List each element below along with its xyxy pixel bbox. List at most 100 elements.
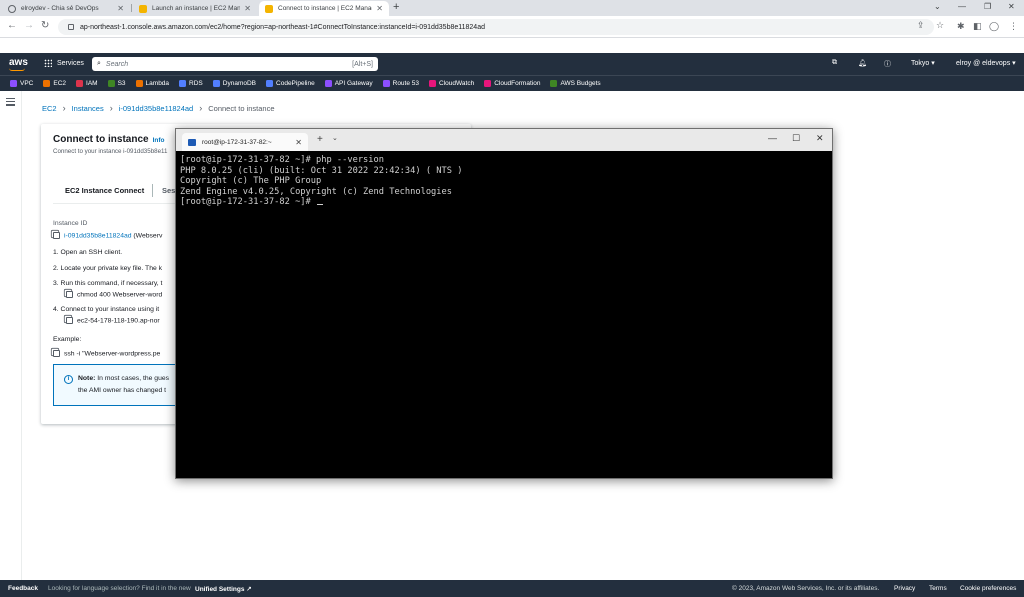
chevron-right-icon: › <box>199 103 203 113</box>
favorite-cloudwatch[interactable]: CloudWatch <box>429 80 474 87</box>
favorite-cloudformation[interactable]: CloudFormation <box>484 80 540 87</box>
terminal-line: Zend Engine v4.0.25, Copyright (c) Zend … <box>180 186 452 197</box>
favorite-codepipeline[interactable]: CodePipeline <box>266 80 315 87</box>
close-window-icon[interactable]: ✕ <box>1008 0 1015 14</box>
copy-icon[interactable] <box>66 291 73 298</box>
new-terminal-tab-icon[interactable]: + <box>317 134 323 145</box>
more-menu-icon[interactable]: ⋮ <box>1009 21 1018 32</box>
terminal-titlebar[interactable]: root@ip-172-31-37-82:~ ✕ + ⌄ — ☐ ✕ <box>176 129 832 151</box>
feedback-link[interactable]: Feedback <box>8 585 38 592</box>
ssh-step-4: 4. Connect to your instance using it <box>53 306 160 313</box>
region-selector[interactable]: Tokyo ▾ <box>911 59 935 67</box>
favorite-aws-budgets[interactable]: AWS Budgets <box>550 80 601 87</box>
tab-search-icon[interactable]: ⌄ <box>934 0 941 14</box>
browser-toolbar: ← → ↻ ap-northeast-1.console.aws.amazon.… <box>0 16 1024 38</box>
service-icon <box>266 80 274 87</box>
aws-favicon-icon <box>139 4 147 13</box>
terminal-tab[interactable]: root@ip-172-31-37-82:~ ✕ <box>182 133 308 151</box>
close-tab-icon[interactable]: ✕ <box>244 4 251 13</box>
breadcrumb-current: Connect to instance <box>208 103 275 113</box>
help-icon[interactable]: ⓘ <box>884 59 891 69</box>
chevron-down-icon[interactable]: ⌄ <box>332 134 338 142</box>
chevron-right-icon: › <box>109 103 113 113</box>
terminal-window[interactable]: root@ip-172-31-37-82:~ ✕ + ⌄ — ☐ ✕ [root… <box>175 128 833 479</box>
breadcrumb-instances-link[interactable]: Instances <box>72 104 104 113</box>
browser-tab-connect-instance[interactable]: Connect to instance | EC2 Manag ✕ <box>259 1 389 16</box>
favorite-api-gateway[interactable]: API Gateway <box>324 80 373 87</box>
minimize-icon[interactable]: — <box>768 133 777 143</box>
ssh-step-2: 2. Locate your private key file. The k <box>53 265 163 272</box>
service-icon <box>484 80 492 87</box>
favorite-lambda[interactable]: Lambda <box>135 80 169 87</box>
terminal-prompt-line: [root@ip-172-31-37-82 ~]# <box>180 197 828 208</box>
favorite-s3[interactable]: S3 <box>107 80 126 87</box>
terminal-output[interactable]: [root@ip-172-31-37-82 ~]# php --version … <box>180 155 828 208</box>
bookmark-star-icon[interactable]: ☆ <box>936 20 944 31</box>
favorite-dynamodb[interactable]: DynamoDB <box>212 80 256 87</box>
address-bar[interactable]: ap-northeast-1.console.aws.amazon.com/ec… <box>58 19 934 35</box>
cloudshell-icon[interactable]: ⧉ <box>832 59 837 67</box>
external-link-icon: ↗ <box>246 586 252 593</box>
search-icon: ⌕ <box>97 60 101 67</box>
tab-session-manager[interactable]: Ses <box>162 186 175 195</box>
service-icon <box>429 80 437 87</box>
terms-link[interactable]: Terms <box>929 585 947 592</box>
aws-logo[interactable]: aws <box>9 57 28 71</box>
forward-arrow-icon[interactable]: → <box>24 20 34 31</box>
copy-icon[interactable] <box>53 350 60 357</box>
close-window-icon[interactable]: ✕ <box>816 133 824 144</box>
terminal-line: PHP 8.0.25 (cli) (built: Oct 31 2022 22:… <box>180 165 463 176</box>
info-link[interactable]: Info <box>153 137 165 144</box>
grid-icon <box>44 59 52 67</box>
breadcrumb-ec2-link[interactable]: EC2 <box>42 104 57 113</box>
services-menu-button[interactable]: Services <box>44 59 84 67</box>
browser-tab-elroydev[interactable]: elroydev - Chia sẻ DevOps ✕ <box>2 1 130 16</box>
notifications-bell-icon[interactable]: 🔔︎ <box>858 59 867 67</box>
extensions-puzzle-icon[interactable]: ✱ <box>957 21 965 32</box>
service-icon <box>212 80 220 87</box>
maximize-icon[interactable]: ☐ <box>792 133 800 144</box>
new-tab-button[interactable]: + <box>393 1 399 13</box>
text-cursor <box>317 203 323 206</box>
info-circle-icon: i <box>64 375 73 384</box>
share-icon[interactable]: ⇪ <box>917 20 925 31</box>
favorite-rds[interactable]: RDS <box>179 80 203 87</box>
close-tab-icon[interactable]: ✕ <box>376 4 383 13</box>
chevron-right-icon: › <box>62 103 66 113</box>
favorite-ec2[interactable]: EC2 <box>43 80 66 87</box>
tab-ec2-instance-connect[interactable]: EC2 Instance Connect <box>65 186 144 195</box>
favorites-bar: VPC EC2 IAM S3 Lambda RDS DynamoDB CodePipeline… <box>0 75 1024 91</box>
panel-subtitle: Connect to your instance i-091dd35b8e11 <box>53 148 168 155</box>
copyright-text: © 2023, Amazon Web Services, Inc. or its… <box>732 585 880 592</box>
service-icon <box>10 80 17 87</box>
terminal-line: [root@ip-172-31-37-82 ~]# php --version <box>180 155 384 165</box>
page-title: Connect to instance Info <box>53 134 165 145</box>
cookie-preferences-link[interactable]: Cookie preferences <box>960 585 1016 592</box>
breadcrumb-instance-id-link[interactable]: i-091dd35b8e11824ad <box>119 104 194 113</box>
minimize-icon[interactable]: — <box>958 0 966 14</box>
breadcrumb: EC2 › Instances › i-091dd35b8e11824ad › … <box>42 103 275 113</box>
terminal-icon <box>188 138 196 146</box>
favorite-route-53[interactable]: Route 53 <box>382 80 419 87</box>
account-menu[interactable]: elroy @ eldevops ▾ <box>956 59 1016 67</box>
aws-search-input[interactable]: ⌕ Search [Alt+S] <box>92 57 378 71</box>
instance-id-label: Instance ID <box>53 220 88 227</box>
copy-icon[interactable] <box>53 232 60 239</box>
maximize-icon[interactable]: ❐ <box>984 0 991 14</box>
service-icon <box>179 80 187 87</box>
profile-avatar-icon[interactable]: ◯ <box>989 21 999 32</box>
side-panel-icon[interactable]: ◧ <box>973 21 982 32</box>
favorite-iam[interactable]: IAM <box>76 80 98 87</box>
close-tab-icon[interactable]: ✕ <box>295 138 302 147</box>
example-command: ssh -i "Webserver-wordpress.pe <box>53 350 160 357</box>
instance-id-link[interactable]: i-091dd35b8e11824ad <box>64 232 132 239</box>
hamburger-menu-icon[interactable] <box>6 98 15 108</box>
favorite-vpc[interactable]: VPC <box>10 80 33 87</box>
back-arrow-icon[interactable]: ← <box>7 20 17 31</box>
close-tab-icon[interactable]: ✕ <box>117 4 124 13</box>
privacy-link[interactable]: Privacy <box>894 585 915 592</box>
browser-tab-launch-instance[interactable]: Launch an instance | EC2 Manag ✕ <box>133 1 257 16</box>
reload-icon[interactable]: ↻ <box>41 20 49 31</box>
copy-icon[interactable] <box>66 317 73 324</box>
unified-settings-link[interactable]: Unified Settings ↗ <box>195 585 252 593</box>
